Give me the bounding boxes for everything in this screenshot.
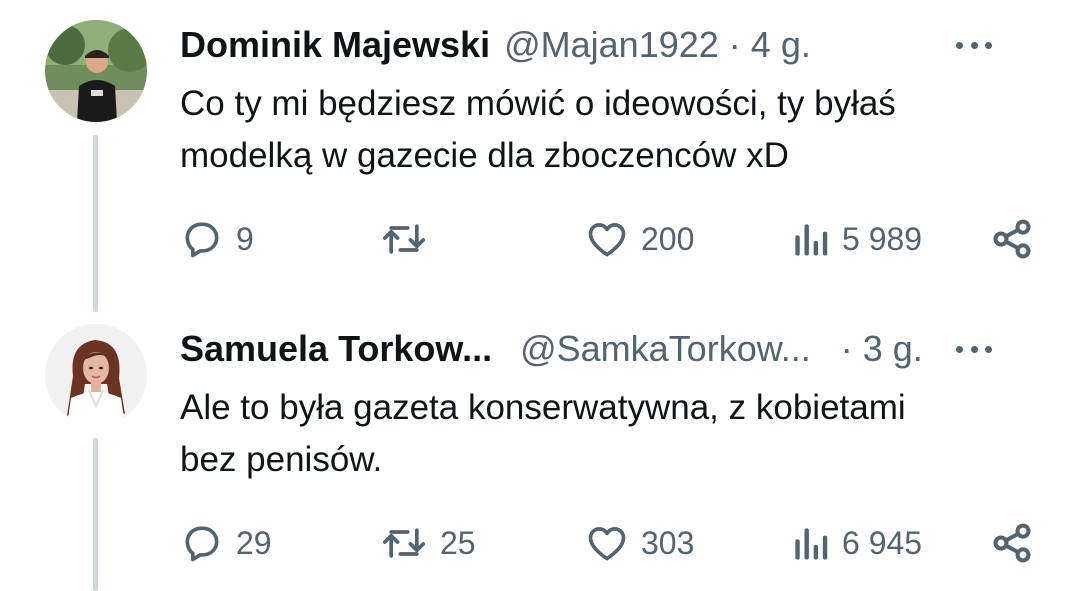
retweet-count: 25 [440,524,476,561]
tweet-text: Ale to była gazeta konserwatywna, z kobi… [180,382,1040,486]
tweet[interactable]: Samuela Torkow... @SamkaTorkow... · 3 g.… [0,310,1080,591]
like-button[interactable]: 200 [585,214,694,264]
more-icon[interactable] [956,40,992,50]
share-button[interactable] [990,214,1034,264]
tweet-text-line: bez penisów. [180,440,383,479]
more-icon[interactable] [956,344,992,354]
tweet-text-line: Ale to była gazeta konserwatywna, z kobi… [180,388,906,427]
like-icon [588,223,626,257]
share-icon [993,523,1031,563]
reply-button[interactable]: 29 [180,518,272,568]
tweet-text-line: Co ty mi będziesz mówić o ideowości, ty … [180,84,896,123]
avatar[interactable] [45,20,147,122]
views-count: 5 989 [842,220,923,257]
author-name[interactable]: Samuela Torkow... [180,328,492,370]
separator: · [728,24,741,65]
author-handle[interactable]: @Majan1922 [504,24,719,66]
views-button[interactable]: 6 945 [790,518,922,568]
action-bar: 29 25 303 6 945 [180,518,1040,568]
tweet-text: Co ty mi będziesz mówić o ideowości, ty … [180,78,1040,182]
timestamp[interactable]: 4 g. [751,24,811,66]
like-button[interactable]: 303 [585,518,694,568]
author-name[interactable]: Dominik Majewski [180,24,490,66]
reply-button[interactable]: 9 [180,214,254,264]
retweet-button[interactable] [380,214,440,264]
tweet[interactable]: Dominik Majewski @Majan1922 · 4 g. Co ty… [0,0,1080,310]
views-icon [795,224,828,256]
share-button[interactable] [990,518,1034,568]
like-icon [588,527,626,561]
avatar[interactable] [45,324,147,426]
like-count: 200 [641,220,695,257]
views-count: 6 945 [842,524,923,561]
retweet-icon [382,528,426,558]
like-count: 303 [641,524,695,561]
tweet-text-line: modelką w gazecie dla zboczenców xD [180,136,789,175]
action-bar: 9 200 5 989 [180,214,1040,264]
author-handle[interactable]: @SamkaTorkow... [520,328,811,370]
views-icon [795,528,828,560]
separator: · [840,328,853,369]
share-icon [993,219,1031,259]
timestamp[interactable]: 3 g. [863,328,923,370]
retweet-button[interactable]: 25 [380,518,476,568]
retweet-icon [382,224,426,254]
reply-icon [185,222,219,258]
views-button[interactable]: 5 989 [790,214,922,264]
reply-count: 29 [236,524,272,561]
reply-count: 9 [236,220,254,257]
reply-icon [185,526,219,562]
